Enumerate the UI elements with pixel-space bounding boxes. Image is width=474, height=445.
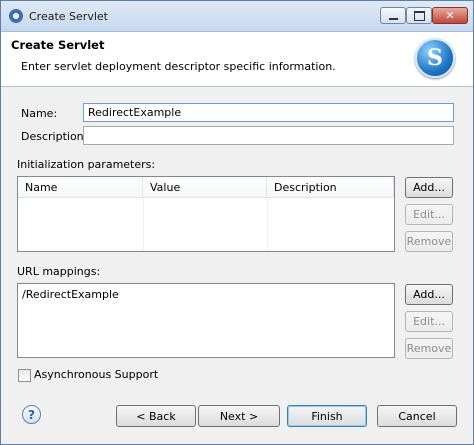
servlet-wizard-icon: S <box>415 38 455 78</box>
column-header-name[interactable]: Name <box>18 177 143 198</box>
window-title: Create Servlet <box>29 10 108 23</box>
minimize-button[interactable] <box>380 7 406 24</box>
name-field[interactable] <box>83 103 454 122</box>
async-support-checkbox[interactable] <box>18 369 31 382</box>
url-mappings-label: URL mappings: <box>17 265 101 278</box>
url-mappings-add-button[interactable]: Add... <box>405 284 453 305</box>
close-button[interactable]: ✕ <box>432 7 468 24</box>
description-field[interactable] <box>83 126 454 145</box>
next-button[interactable]: Next > <box>198 405 280 427</box>
init-params-table[interactable]: Name Value Description <box>17 176 395 252</box>
finish-button[interactable]: Finish <box>287 405 367 427</box>
description-label: Description: <box>21 130 88 143</box>
maximize-button[interactable] <box>406 7 432 24</box>
init-params-label: Initialization parameters: <box>17 158 156 171</box>
wizard-title: Create Servlet <box>11 38 105 52</box>
column-header-value[interactable]: Value <box>143 177 267 198</box>
column-header-description[interactable]: Description <box>267 177 394 198</box>
back-button[interactable]: < Back <box>116 405 196 427</box>
url-mappings-list[interactable]: /RedirectExample <box>17 283 395 358</box>
url-mappings-edit-button[interactable]: Edit... <box>405 311 453 332</box>
minimize-icon <box>388 17 398 20</box>
async-support-label[interactable]: Asynchronous Support <box>34 368 158 381</box>
wizard-banner: Create Servlet Enter servlet deployment … <box>1 32 473 87</box>
column-divider <box>143 198 144 251</box>
maximize-icon <box>413 10 425 21</box>
title-bar[interactable]: Create Servlet ✕ <box>1 1 473 32</box>
list-item[interactable]: /RedirectExample <box>22 288 119 301</box>
init-params-edit-button[interactable]: Edit... <box>405 204 453 225</box>
cancel-button[interactable]: Cancel <box>377 405 457 427</box>
column-divider <box>267 198 268 251</box>
init-params-add-button[interactable]: Add... <box>405 177 453 198</box>
close-icon: ✕ <box>445 9 455 22</box>
eclipse-app-icon <box>9 9 23 23</box>
wizard-description: Enter servlet deployment descriptor spec… <box>21 60 336 73</box>
init-params-remove-button[interactable]: Remove <box>405 231 453 252</box>
name-label: Name: <box>21 107 58 120</box>
create-servlet-dialog: Create Servlet ✕ Create Servlet Enter se… <box>0 0 474 445</box>
url-mappings-remove-button[interactable]: Remove <box>405 338 453 359</box>
help-icon[interactable]: ? <box>22 405 41 424</box>
